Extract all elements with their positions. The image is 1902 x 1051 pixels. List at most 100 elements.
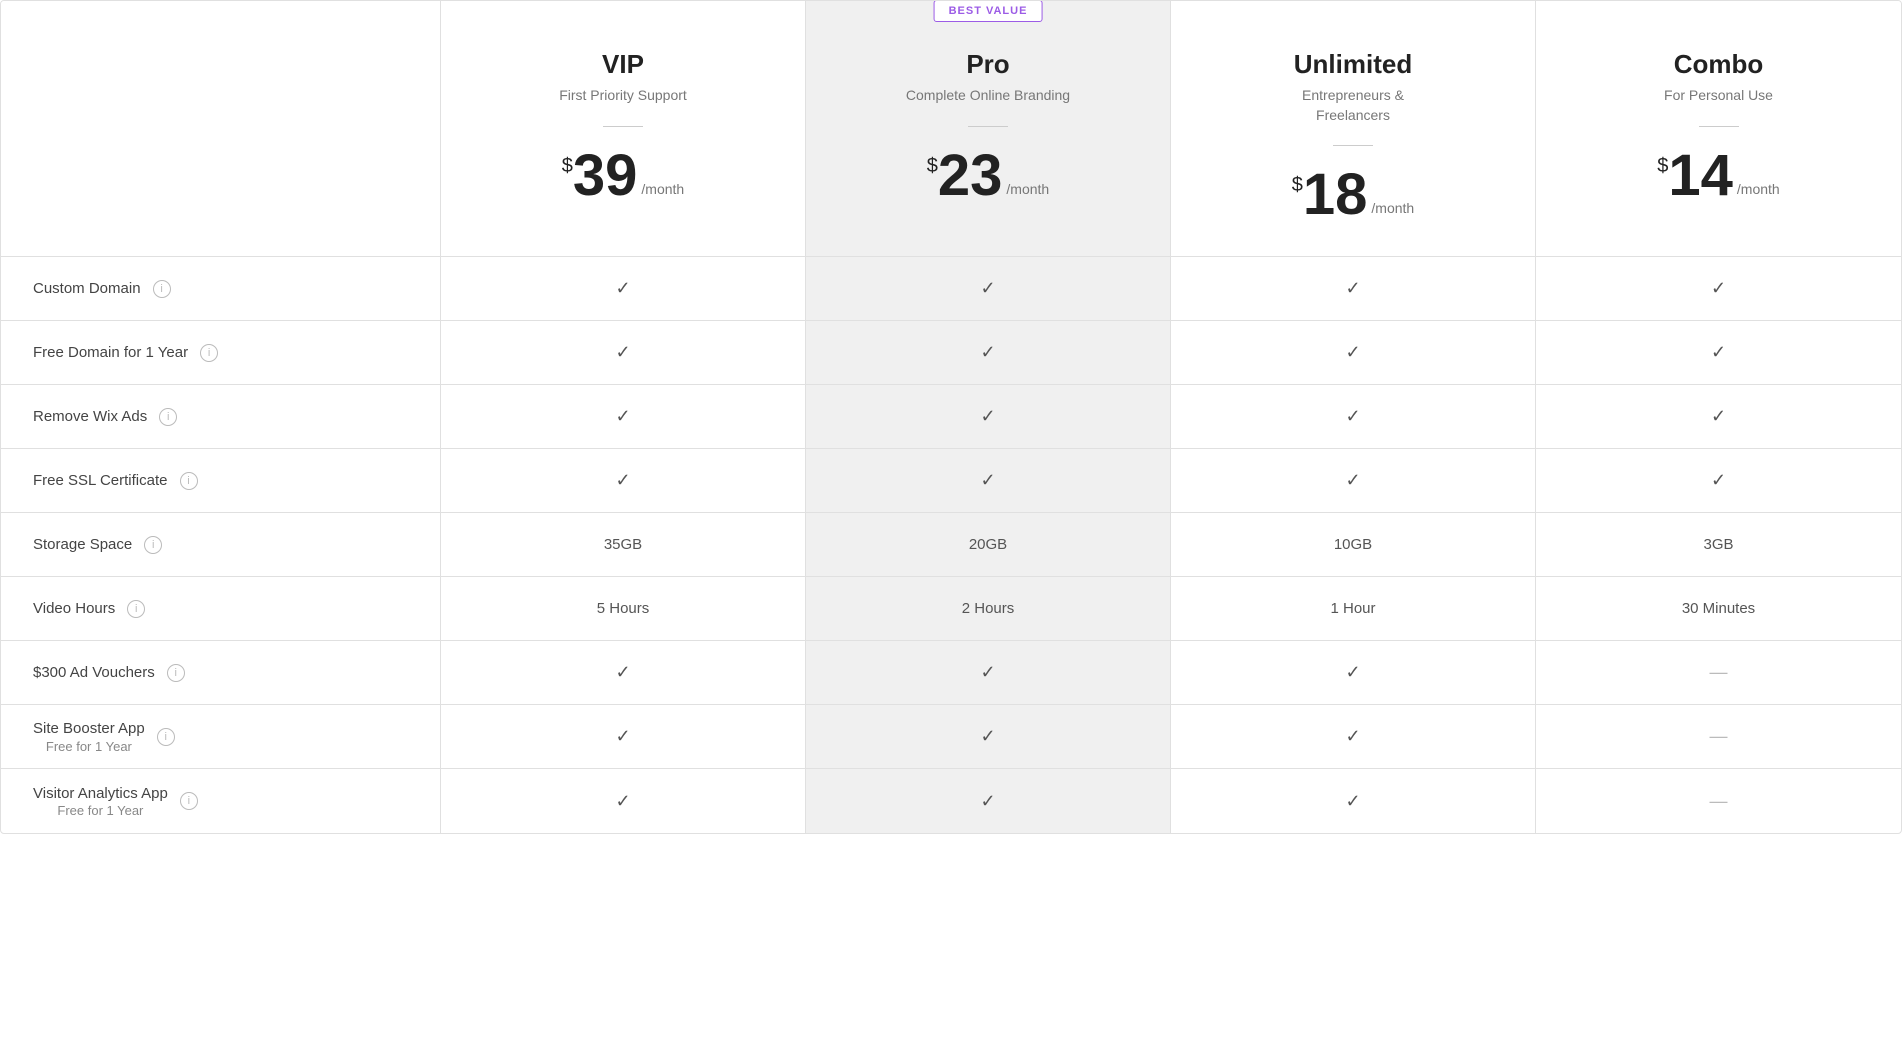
- feature-value-text: 30 Minutes: [1682, 600, 1755, 617]
- header-unlimited: Unlimited Entrepreneurs &Freelancers $ 1…: [1171, 1, 1536, 256]
- feature-row: Visitor Analytics AppFree for 1 Yeari✓✓✓…: [1, 769, 1901, 833]
- feature-label-cell: $300 Ad Vouchers i: [1, 641, 441, 704]
- header-combo: Combo For Personal Use $ 14 /month: [1536, 1, 1901, 256]
- feature-value-cell: 30 Minutes: [1536, 577, 1901, 640]
- plan-tagline-vip: First Priority Support: [465, 86, 781, 106]
- info-icon[interactable]: i: [200, 344, 218, 362]
- plan-name-combo: Combo: [1560, 49, 1877, 80]
- feature-rows: Custom Domaini✓✓✓✓Free Domain for 1 Year…: [1, 257, 1901, 833]
- feature-label-cell: Visitor Analytics AppFree for 1 Yeari: [1, 769, 441, 833]
- checkmark-icon: ✓: [1711, 342, 1726, 363]
- checkmark-icon: ✓: [980, 726, 995, 747]
- feature-value-cell: 2 Hours: [806, 577, 1171, 640]
- checkmark-icon: ✓: [615, 726, 630, 747]
- feature-sub-label: Free for 1 Year: [33, 803, 168, 818]
- checkmark-icon: ✓: [1345, 342, 1360, 363]
- plan-tagline-pro: Complete Online Branding: [830, 86, 1146, 106]
- feature-value-cell: ✓: [1171, 385, 1536, 448]
- checkmark-icon: ✓: [615, 278, 630, 299]
- feature-row: Video Hours i 5 Hours 2 Hours 1 Hour 30 Minut…: [1, 577, 1901, 641]
- feature-value-cell: ✓: [806, 769, 1171, 833]
- feature-value-text: 20GB: [969, 536, 1007, 553]
- feature-value-text: 1 Hour: [1330, 600, 1375, 617]
- checkmark-icon: ✓: [615, 470, 630, 491]
- plan-tagline-unlimited: Entrepreneurs &Freelancers: [1195, 86, 1511, 125]
- feature-main-label: Video Hours: [33, 599, 115, 619]
- feature-value-cell: ✓: [441, 641, 806, 704]
- feature-value-cell: ✓: [806, 385, 1171, 448]
- price-amount-vip: 39: [573, 147, 638, 205]
- info-icon[interactable]: i: [180, 792, 198, 810]
- price-dollar-vip: $: [562, 155, 573, 178]
- price-dollar-pro: $: [927, 155, 938, 178]
- checkmark-icon: ✓: [980, 470, 995, 491]
- price-period-vip: /month: [641, 181, 684, 197]
- plan-name-unlimited: Unlimited: [1195, 49, 1511, 80]
- feature-value-cell: —: [1536, 769, 1901, 833]
- checkmark-icon: ✓: [1345, 470, 1360, 491]
- dash-icon: —: [1710, 791, 1728, 812]
- price-block-combo: $ 14 /month: [1560, 147, 1877, 205]
- feature-value-cell: ✓: [441, 321, 806, 384]
- price-period-combo: /month: [1737, 181, 1780, 197]
- checkmark-icon: ✓: [615, 662, 630, 683]
- feature-value-cell: —: [1536, 641, 1901, 704]
- feature-main-label: Free SSL Certificate: [33, 471, 168, 491]
- price-dollar-combo: $: [1657, 155, 1668, 178]
- info-icon[interactable]: i: [144, 536, 162, 554]
- feature-main-label: $300 Ad Vouchers: [33, 663, 155, 683]
- price-period-unlimited: /month: [1371, 200, 1414, 216]
- feature-row: Custom Domain i ✓ ✓ ✓ ✓: [1, 257, 1901, 321]
- price-block-pro: $ 23 /month: [830, 147, 1146, 205]
- feature-value-text: 3GB: [1703, 536, 1733, 553]
- checkmark-icon: ✓: [980, 791, 995, 812]
- info-icon[interactable]: i: [159, 408, 177, 426]
- plan-name-vip: VIP: [465, 49, 781, 80]
- dash-icon: —: [1710, 726, 1728, 747]
- feature-sub-label: Free for 1 Year: [33, 739, 145, 754]
- plan-tagline-combo: For Personal Use: [1560, 86, 1877, 106]
- feature-value-cell: ✓: [441, 385, 806, 448]
- feature-value-cell: ✓: [1171, 705, 1536, 768]
- feature-main-label: Free Domain for 1 Year: [33, 343, 188, 363]
- info-icon[interactable]: i: [167, 664, 185, 682]
- checkmark-icon: ✓: [980, 406, 995, 427]
- feature-value-cell: ✓: [806, 257, 1171, 320]
- best-value-badge: BEST VALUE: [934, 0, 1043, 22]
- checkmark-icon: ✓: [1345, 278, 1360, 299]
- feature-label-cell: Free SSL Certificate i: [1, 449, 441, 512]
- info-icon[interactable]: i: [153, 280, 171, 298]
- feature-value-cell: ✓: [1171, 449, 1536, 512]
- feature-main-label: Custom Domain: [33, 279, 141, 299]
- info-icon[interactable]: i: [157, 728, 175, 746]
- info-icon[interactable]: i: [127, 600, 145, 618]
- feature-value-cell: ✓: [806, 321, 1171, 384]
- checkmark-icon: ✓: [1345, 726, 1360, 747]
- feature-value-cell: 20GB: [806, 513, 1171, 576]
- feature-value-text: 5 Hours: [597, 600, 650, 617]
- checkmark-icon: ✓: [1711, 470, 1726, 491]
- feature-value-text: 10GB: [1334, 536, 1372, 553]
- checkmark-icon: ✓: [1345, 406, 1360, 427]
- feature-value-cell: ✓: [441, 705, 806, 768]
- feature-value-cell: ✓: [806, 449, 1171, 512]
- checkmark-icon: ✓: [1711, 406, 1726, 427]
- feature-row: Free SSL Certificate i ✓ ✓ ✓ ✓: [1, 449, 1901, 513]
- feature-main-label: Site Booster App: [33, 719, 145, 739]
- checkmark-icon: ✓: [1345, 791, 1360, 812]
- table-wrapper: VIP First Priority Support $ 39 /month B…: [0, 0, 1902, 834]
- checkmark-icon: ✓: [980, 278, 995, 299]
- feature-row: Storage Spacei35GB20GB10GB3GB: [1, 513, 1901, 577]
- feature-row: $300 Ad Vouchersi✓✓✓—: [1, 641, 1901, 705]
- feature-value-cell: 10GB: [1171, 513, 1536, 576]
- dash-icon: —: [1710, 662, 1728, 683]
- feature-value-text: 2 Hours: [962, 600, 1015, 617]
- pricing-table: VIP First Priority Support $ 39 /month B…: [0, 0, 1902, 1051]
- feature-value-cell: ✓: [1536, 257, 1901, 320]
- feature-value-cell: ✓: [1171, 769, 1536, 833]
- info-icon[interactable]: i: [180, 472, 198, 490]
- feature-value-cell: ✓: [1536, 321, 1901, 384]
- price-amount-unlimited: 18: [1303, 166, 1368, 224]
- feature-value-cell: —: [1536, 705, 1901, 768]
- feature-value-cell: ✓: [441, 257, 806, 320]
